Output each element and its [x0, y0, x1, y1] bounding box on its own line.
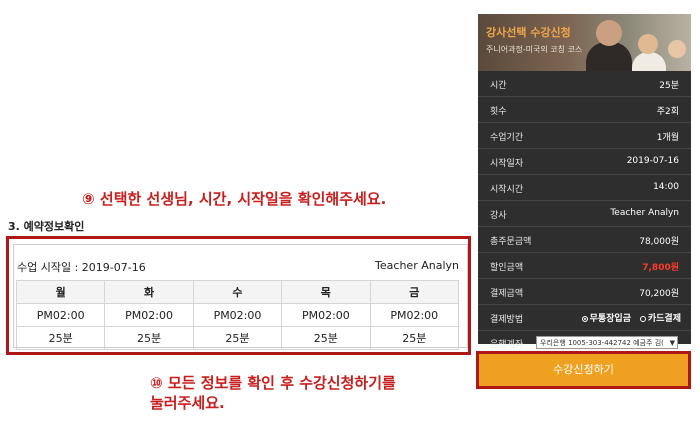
apply-button[interactable]: 수강신청하기	[479, 354, 688, 386]
annotation-step10-line1: ⑩ 모든 정보를 확인 후 수강신청하기를	[150, 374, 396, 392]
day-header: 화	[104, 280, 194, 304]
summary-value: 1개월	[656, 133, 679, 143]
summary-label: 시간	[490, 81, 507, 91]
day-header: 월	[15, 280, 106, 304]
banner-photo-figure	[638, 34, 658, 54]
summary-value: 14:00	[653, 182, 679, 192]
summary-row-bank: 은행계좌 우리은행 1005-303-442742 예금주 김( ▼	[478, 331, 691, 351]
summary-row-total: 총주문금액 78,000원	[478, 227, 691, 253]
summary-label: 은행계좌	[490, 340, 524, 350]
radio-icon[interactable]	[639, 315, 646, 322]
schedule-table: 월 화 수 목 금 PM02:00 PM02:00 PM02:00 PM02:0…	[15, 280, 460, 350]
payment-option-label: 카드결제	[647, 314, 681, 324]
summary-value: 25분	[659, 81, 679, 91]
banner-photo-figure	[668, 40, 686, 58]
duration-cell: 25분	[104, 326, 194, 350]
annotation-step10: ⑩ 모든 정보를 확인 후 수강신청하기를 눌러주세요.	[150, 373, 480, 413]
summary-row-payment-method: 결제방법 무통장입금 카드결제	[478, 305, 691, 331]
teacher-name: Teacher Analyn	[375, 259, 459, 272]
dropdown-arrow-icon: ▼	[669, 339, 675, 347]
schedule-duration-row: 25분 25분 25분 25분 25분	[15, 326, 460, 350]
annotation-step10-line2: 눌러주세요.	[150, 394, 225, 412]
day-header: 수	[192, 280, 283, 304]
banner-subtitle: 주니어과정-미국외 코칭 코스	[486, 45, 583, 54]
payment-options: 무통장입금 카드결제	[576, 311, 681, 324]
section-title: 3. 예약정보확인	[8, 220, 85, 233]
summary-row-start-date: 시작일자 2019-07-16	[478, 149, 691, 175]
duration-cell: 25분	[15, 326, 106, 350]
day-header: 목	[281, 280, 371, 304]
discount-value: 7,800원	[642, 263, 679, 273]
summary-label: 할인금액	[490, 263, 524, 273]
schedule-header-row: 월 화 수 목 금	[15, 280, 460, 304]
summary-row-teacher: 강사 Teacher Analyn	[478, 201, 691, 227]
summary-value: 2019-07-16	[626, 156, 679, 166]
bank-account-select[interactable]: 우리은행 1005-303-442742 예금주 김( ▼	[536, 336, 678, 349]
time-cell: PM02:00	[15, 303, 106, 327]
time-cell: PM02:00	[369, 303, 460, 327]
duration-cell: 25분	[192, 326, 283, 350]
summary-row-start-time: 시작시간 14:00	[478, 175, 691, 201]
course-banner: 강사선택 수강신청 주니어과정-미국외 코칭 코스	[478, 14, 691, 71]
payment-option-card[interactable]: 카드결제	[639, 314, 681, 324]
summary-value: 주2회	[656, 107, 679, 117]
day-header: 금	[369, 280, 460, 304]
summary-value: 78,000원	[639, 237, 679, 247]
summary-row-discount: 할인금액 7,800원	[478, 253, 691, 279]
summary-row-time: 시간 25분	[478, 71, 691, 97]
payment-option-bank[interactable]: 무통장입금	[581, 314, 631, 324]
payment-option-label: 무통장입금	[589, 314, 631, 324]
banner-photo-figure	[586, 42, 632, 71]
apply-highlight-box: 수강신청하기	[476, 351, 691, 389]
summary-value: 70,200원	[639, 289, 679, 299]
time-cell: PM02:00	[104, 303, 194, 327]
schedule-time-row: PM02:00 PM02:00 PM02:00 PM02:00 PM02:00	[15, 303, 460, 327]
order-summary-panel: 강사선택 수강신청 주니어과정-미국외 코칭 코스 시간 25분 횟수 주2회 …	[478, 14, 691, 350]
annotation-step9: ⑨ 선택한 선생님, 시간, 시작일을 확인해주세요.	[82, 190, 387, 208]
banner-title: 강사선택 수강신청	[486, 26, 571, 39]
summary-label: 결제금액	[490, 289, 524, 299]
banner-photo-figure	[596, 20, 622, 46]
time-cell: PM02:00	[281, 303, 371, 327]
duration-cell: 25분	[369, 326, 460, 350]
summary-label: 총주문금액	[490, 237, 532, 247]
summary-label: 횟수	[490, 107, 507, 117]
time-cell: PM02:00	[192, 303, 283, 327]
summary-label: 수업기간	[490, 133, 524, 143]
duration-cell: 25분	[281, 326, 371, 350]
summary-label: 시작시간	[490, 185, 524, 195]
summary-row-period: 수업기간 1개월	[478, 123, 691, 149]
summary-value: Teacher Analyn	[610, 208, 679, 218]
summary-label: 강사	[490, 211, 507, 221]
summary-row-frequency: 횟수 주2회	[478, 97, 691, 123]
bank-account-value: 우리은행 1005-303-442742 예금주 김(	[540, 339, 664, 347]
summary-label: 시작일자	[490, 159, 524, 169]
radio-selected-icon[interactable]	[581, 315, 588, 322]
summary-row-payment-amount: 결제금액 70,200원	[478, 279, 691, 305]
summary-label: 결제방법	[490, 315, 524, 325]
start-date-label: 수업 시작일 : 2019-07-16	[17, 261, 146, 274]
